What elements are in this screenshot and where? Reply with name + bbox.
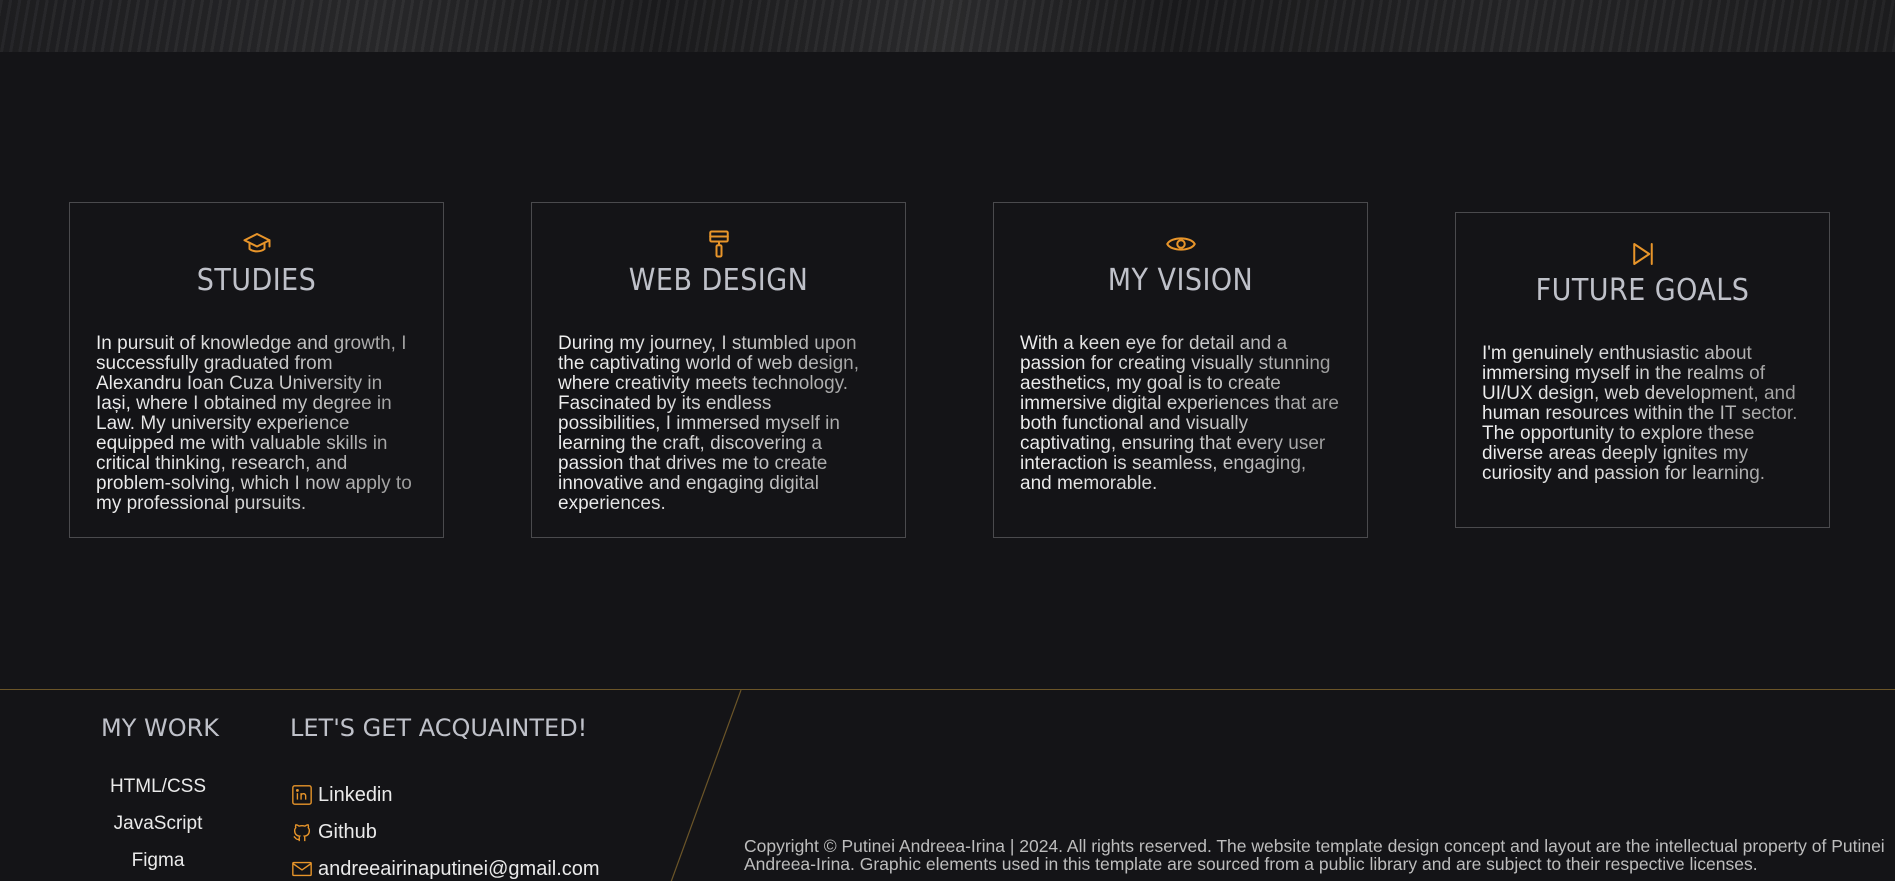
my-work-title: MY WORK	[101, 714, 220, 742]
mail-icon	[292, 861, 312, 876]
my-work-list: HTML/CSS JavaScript Figma	[80, 776, 236, 881]
work-item[interactable]: Figma	[80, 850, 236, 881]
graduation-cap-icon	[96, 229, 417, 259]
contact-title: LET'S GET ACQUAINTED!	[290, 714, 588, 742]
linkedin-link[interactable]: Linkedin	[291, 776, 600, 813]
contact-label: Github	[318, 820, 377, 843]
card-text: I'm genuinely enthusiastic about immersi…	[1482, 344, 1803, 484]
skip-forward-icon	[1482, 239, 1803, 269]
github-link[interactable]: Github	[291, 813, 600, 850]
linkedin-icon	[292, 784, 312, 805]
paint-roller-icon	[558, 229, 879, 259]
card-text: With a keen eye for detail and a passion…	[1020, 334, 1341, 494]
contact-label: andreeairinaputinei@gmail.com	[318, 857, 600, 880]
email-link[interactable]: andreeairinaputinei@gmail.com	[291, 850, 600, 881]
card-title: MY VISION	[1107, 263, 1254, 298]
copyright-text: Copyright © Putinei Andreea-Irina | 2024…	[744, 836, 1885, 874]
card-title: FUTURE GOALS	[1535, 273, 1750, 308]
eye-icon	[1020, 229, 1341, 259]
card-text: In pursuit of knowledge and growth, I su…	[96, 334, 417, 514]
card-studies: STUDIES In pursuit of knowledge and grow…	[69, 202, 444, 538]
card-title: WEB DESIGN	[628, 263, 809, 298]
card-future-goals: FUTURE GOALS I'm genuinely enthusiastic …	[1455, 212, 1830, 528]
about-cards-section: STUDIES In pursuit of knowledge and grow…	[0, 0, 1895, 690]
card-my-vision: MY VISION With a keen eye for detail and…	[993, 202, 1368, 538]
work-item[interactable]: JavaScript	[80, 813, 236, 850]
work-item[interactable]: HTML/CSS	[80, 776, 236, 813]
github-icon	[293, 823, 311, 841]
card-title: STUDIES	[196, 263, 317, 298]
card-text: During my journey, I stumbled upon the c…	[558, 334, 879, 514]
contact-list: Linkedin Github andreeairinaputinei@gmai…	[291, 776, 600, 881]
site-footer: MY WORK HTML/CSS JavaScript Figma LET'S …	[0, 689, 1895, 881]
contact-label: Linkedin	[318, 783, 393, 806]
card-web-design: WEB DESIGN During my journey, I stumbled…	[531, 202, 906, 538]
